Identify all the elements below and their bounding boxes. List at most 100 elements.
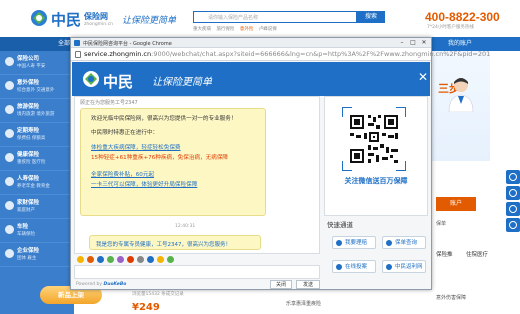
powered-by-text: Powered by DuoKeBo — [76, 282, 126, 287]
emoji-icon[interactable] — [77, 256, 84, 263]
promo-title: 中民限时特惠正在进行中： — [91, 130, 159, 136]
product-link[interactable]: 乐享惠泽重疾险 — [286, 300, 321, 307]
category-item[interactable]: 家财保险 家庭财产 — [0, 195, 74, 219]
online-service-tool[interactable] — [506, 170, 520, 184]
rating-icon[interactable] — [127, 256, 134, 263]
chat-close-icon[interactable]: ✕ — [418, 70, 428, 84]
site-logo[interactable]: 中民 — [51, 9, 81, 30]
promo-link[interactable]: 一卡三代可以保障，体验更好升局保险保障 — [91, 180, 197, 188]
history-icon[interactable] — [137, 256, 144, 263]
maximize-button[interactable]: □ — [408, 39, 418, 47]
category-title: 企业保险 — [17, 248, 40, 254]
close-chat-button[interactable]: 关闭 — [270, 280, 292, 289]
image-icon[interactable] — [97, 256, 104, 263]
chat-input[interactable] — [74, 265, 320, 279]
category-item[interactable]: 健康保险重疾险 医疗险 — [0, 147, 74, 171]
powered-prefix: Powered by — [76, 282, 103, 287]
category-title: 定期寿险 — [17, 128, 40, 134]
wechat-tool[interactable] — [506, 186, 520, 200]
screenshot-icon[interactable] — [117, 256, 124, 263]
print-icon[interactable] — [167, 256, 174, 263]
policy-row[interactable]: 保单 — [436, 220, 446, 227]
category-item[interactable]: 意外保险 综合意外 交通意外 — [0, 75, 74, 99]
font-icon[interactable] — [87, 256, 94, 263]
hotline-caption: 7*24小时客户服务热线 — [427, 25, 474, 30]
category-icon — [5, 105, 14, 114]
category-item[interactable]: 保险公司 中国人寿 平安 — [0, 51, 74, 75]
account-button[interactable]: 账户 — [436, 197, 476, 211]
my-account-menu[interactable]: 我的账户 — [448, 37, 472, 51]
category-title: 健康保险 — [17, 152, 40, 158]
file-icon[interactable] — [107, 256, 114, 263]
quick-access-title: 快速通道 — [327, 221, 353, 229]
site-search-button[interactable]: 搜索 — [357, 11, 385, 23]
agent-status-line: 顾正在为您服务工号2347 — [80, 100, 138, 106]
site-logo-sub: 保险网 — [84, 12, 108, 21]
promo-link[interactable]: 体检重大疾病保障，轻症轻松免保费 — [91, 143, 181, 151]
right-tab[interactable]: 住院医疗 — [466, 250, 488, 258]
chat-header: 中民 让保险更简单 ✕ — [72, 62, 430, 96]
online-report-label: 在线投案 — [345, 264, 368, 270]
powered-brand[interactable]: DuoKeBo — [104, 282, 127, 287]
category-item[interactable]: 车险 车辆保险 — [0, 219, 74, 243]
rebate-site-label: 中民返利网 — [395, 264, 423, 270]
promo-link[interactable]: 全家保险费补贴，60元起 — [91, 170, 154, 178]
right-list-row[interactable]: 意外伤害保障 — [436, 294, 466, 301]
rebate-icon — [386, 264, 392, 270]
category-icon — [5, 249, 14, 258]
hotword[interactable]: 卢峰说保 — [259, 27, 277, 32]
qr-code-icon — [342, 107, 406, 171]
right-account-panel — [432, 170, 502, 314]
category-item[interactable]: 旅游保险境内旅游 境外旅游 — [0, 99, 74, 123]
category-title: 车险 — [17, 224, 29, 230]
category-icon — [5, 201, 14, 210]
hotword[interactable]: 重大疾病 — [193, 27, 211, 32]
chat-logo-icon — [83, 71, 99, 87]
category-sub: 车辆保险 — [17, 232, 35, 237]
hotword[interactable]: 意外险 — [240, 27, 254, 32]
policy-query-button[interactable]: 保单查询 — [382, 236, 426, 249]
category-icon — [5, 225, 14, 234]
hotword[interactable]: 旅行保险 — [216, 27, 234, 32]
customer-service-person-icon — [448, 78, 474, 112]
category-sub: 团体 雇主 — [17, 256, 37, 261]
category-title: 保险公司 — [17, 56, 40, 62]
url-text[interactable]: service.zhongmin.cn:9000/webchat/chat.as… — [84, 50, 490, 58]
feedback-tool[interactable] — [506, 202, 520, 216]
category-sidebar: 保险公司 中国人寿 平安 意外保险 综合意外 交通意外 旅游保险 境内旅游 境外旅游 … — [0, 51, 74, 314]
rebate-site-button[interactable]: 中民返利网 — [382, 260, 426, 273]
headset-icon — [509, 173, 517, 181]
promo-link-highlight[interactable]: 15种轻症+61种重疾+76种疾病，免保治病，无病保障 — [91, 153, 228, 161]
sound-icon[interactable] — [157, 256, 164, 263]
category-item[interactable]: 定期寿险 保费低 保额高 — [0, 123, 74, 147]
window-titlebar[interactable]: 中民保险网咨询平台 - Google Chrome – □ ✕ — [71, 38, 431, 48]
send-button[interactable]: 发送 — [296, 280, 320, 289]
category-title: 人寿保险 — [17, 176, 40, 182]
category-item[interactable]: 企业保险 团体 雇主 — [0, 243, 74, 267]
online-report-button[interactable]: 在线投案 — [332, 260, 376, 273]
back-to-top-tool[interactable] — [506, 218, 520, 232]
category-title: 家财保险 — [17, 200, 40, 206]
greeting-text: 我是您的专属专员健康，工号2347，很高兴为您服务！ — [96, 242, 231, 248]
address-bar[interactable]: service.zhongmin.cn:9000/webchat/chat.as… — [71, 48, 490, 61]
category-sub: 重疾险 医疗险 — [17, 160, 46, 165]
chat-message-area[interactable]: 顾正在为您服务工号2347 欢迎光临中民保险网，很高兴为您提供一对一的专业服务！… — [74, 96, 320, 254]
category-sub: 家庭财产 — [17, 208, 35, 213]
product-stats: 浏览量15432 条成交记录 — [132, 292, 184, 297]
chat-toolbar — [74, 255, 320, 265]
right-tab[interactable]: 保险推 — [436, 250, 453, 258]
category-title: 旅游保险 — [17, 104, 40, 110]
minimize-button[interactable]: – — [397, 39, 407, 47]
site-header: 中民 保险网 zhongmin.cn 让保险更简单 请你输入保险产品名称 搜索 … — [0, 0, 520, 37]
window-close-button[interactable]: ✕ — [419, 39, 429, 47]
site-search-input[interactable]: 请你输入保险产品名称 — [193, 11, 357, 23]
claim-button[interactable]: 我要理赔 — [332, 236, 376, 249]
category-item[interactable]: 人寿保险 养老年金 教育金 — [0, 171, 74, 195]
save-icon[interactable] — [147, 256, 154, 263]
wechat-qr-panel: 关注微信送百万保障 — [324, 96, 428, 216]
page-info-icon[interactable] — [75, 51, 81, 58]
category-icon — [5, 177, 14, 186]
category-icon — [5, 153, 14, 162]
category-sub: 境内旅游 境外旅游 — [17, 112, 55, 117]
all-categories-tab[interactable]: 全部 — [0, 37, 74, 51]
